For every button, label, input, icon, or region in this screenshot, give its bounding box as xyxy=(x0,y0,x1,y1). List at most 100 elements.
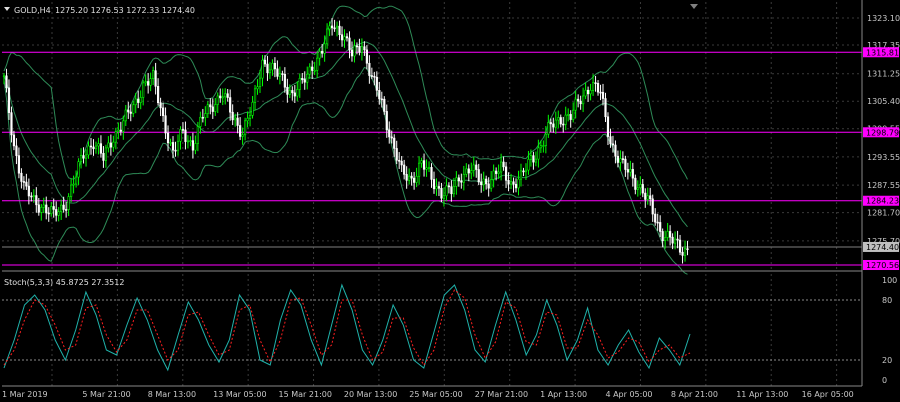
candle-body xyxy=(644,192,647,200)
current-price-label: 1274.40 xyxy=(866,243,899,252)
candle-body xyxy=(283,73,286,88)
time-tick-label: 16 Apr 05:00 xyxy=(802,390,854,399)
candle-body xyxy=(231,111,234,121)
price-tick-label: 1281.70 xyxy=(867,209,900,218)
candle-body xyxy=(666,231,669,238)
candle-body xyxy=(102,152,105,161)
candle-body xyxy=(420,160,423,164)
candle-body xyxy=(161,107,165,117)
candle-body xyxy=(547,122,550,135)
candle-body xyxy=(109,142,112,148)
candle-body xyxy=(107,142,110,149)
candle-body xyxy=(437,186,441,189)
candle-body xyxy=(398,159,401,162)
candle-body xyxy=(596,83,600,93)
time-tick-label: 4 Apr 05:00 xyxy=(605,390,652,399)
candle-body xyxy=(318,51,321,59)
candle-body xyxy=(383,98,386,112)
candle-body xyxy=(676,238,679,241)
candle-body xyxy=(467,168,470,174)
candle-body xyxy=(639,184,642,189)
stoch-tick-label: 20 xyxy=(882,356,892,365)
candle-body xyxy=(199,116,202,127)
candle-body xyxy=(219,95,222,99)
candle-body xyxy=(373,75,376,78)
candle-body xyxy=(166,132,170,144)
candle-body xyxy=(221,96,224,99)
candle-body xyxy=(92,146,95,150)
candle-body xyxy=(226,93,229,98)
candle-body xyxy=(214,104,217,112)
candle-body xyxy=(194,143,197,151)
candle-body xyxy=(442,195,446,199)
candle-body xyxy=(465,168,468,175)
candle-body xyxy=(335,25,339,29)
time-tick-label: 15 Mar 21:00 xyxy=(279,390,332,399)
candle-body xyxy=(191,140,194,151)
candle-body xyxy=(176,140,180,151)
candle-body xyxy=(504,166,508,181)
candle-body xyxy=(256,86,259,90)
candle-body xyxy=(422,160,426,170)
candle-body xyxy=(142,82,145,98)
stoch-tick-label: 80 xyxy=(882,296,892,305)
candle-body xyxy=(572,109,575,120)
candle-body xyxy=(84,154,88,159)
candle-body xyxy=(363,46,366,51)
candle-body xyxy=(206,104,209,114)
candle-body xyxy=(417,162,421,177)
candle-body xyxy=(683,248,687,256)
candle-body xyxy=(251,101,254,116)
time-tick-label: 20 Mar 13:00 xyxy=(344,390,397,399)
candle-body xyxy=(450,186,453,195)
candle-body xyxy=(263,59,267,65)
candle-body xyxy=(266,63,269,74)
candle-body xyxy=(271,63,274,71)
candle-body xyxy=(611,143,615,146)
candle-body xyxy=(65,209,68,211)
candle-body xyxy=(248,115,252,119)
candle-body xyxy=(482,178,485,186)
candle-body xyxy=(35,195,38,206)
level-tag-label: 1270.56 xyxy=(866,261,899,270)
candle-body xyxy=(609,136,612,145)
candle-body xyxy=(388,129,391,138)
candle-body xyxy=(664,237,667,241)
candle-body xyxy=(181,129,185,131)
candle-body xyxy=(567,114,570,116)
candle-body xyxy=(273,63,277,70)
candle-body xyxy=(239,125,242,137)
candle-body xyxy=(89,145,93,148)
candle-body xyxy=(154,70,157,87)
candle-body xyxy=(552,123,555,128)
candle-body xyxy=(55,209,58,216)
candle-body xyxy=(313,69,316,72)
candle-body xyxy=(435,186,438,190)
candle-body xyxy=(224,93,227,98)
candle-body xyxy=(659,222,662,232)
candle-body xyxy=(112,141,115,148)
candle-body xyxy=(460,180,463,183)
candle-body xyxy=(410,175,413,179)
ohlc-label: 1275.20 1276.53 1272.33 1274.40 xyxy=(55,6,195,15)
candle-body xyxy=(390,136,393,139)
candle-body xyxy=(582,95,585,105)
candle-body xyxy=(52,206,55,210)
candle-body xyxy=(321,51,324,54)
level-tag-label: 1298.79 xyxy=(866,128,899,137)
stoch-tick-label: 100 xyxy=(882,276,897,285)
candle-body xyxy=(117,129,120,132)
candle-body xyxy=(375,76,378,91)
candle-body xyxy=(286,86,289,95)
candle-body xyxy=(134,98,137,106)
candle-body xyxy=(594,82,597,84)
candle-body xyxy=(333,27,336,30)
candle-body xyxy=(470,170,473,174)
candle-body xyxy=(669,231,672,238)
chart-canvas[interactable]: 1323.101317.351311.251305.401299.551293.… xyxy=(0,0,900,402)
candle-body xyxy=(15,145,18,156)
candle-body xyxy=(99,143,103,154)
level-tag-label: 1315.81 xyxy=(866,48,899,57)
candle-body xyxy=(149,78,152,86)
symbol-label: GOLD,H4 xyxy=(14,6,51,15)
